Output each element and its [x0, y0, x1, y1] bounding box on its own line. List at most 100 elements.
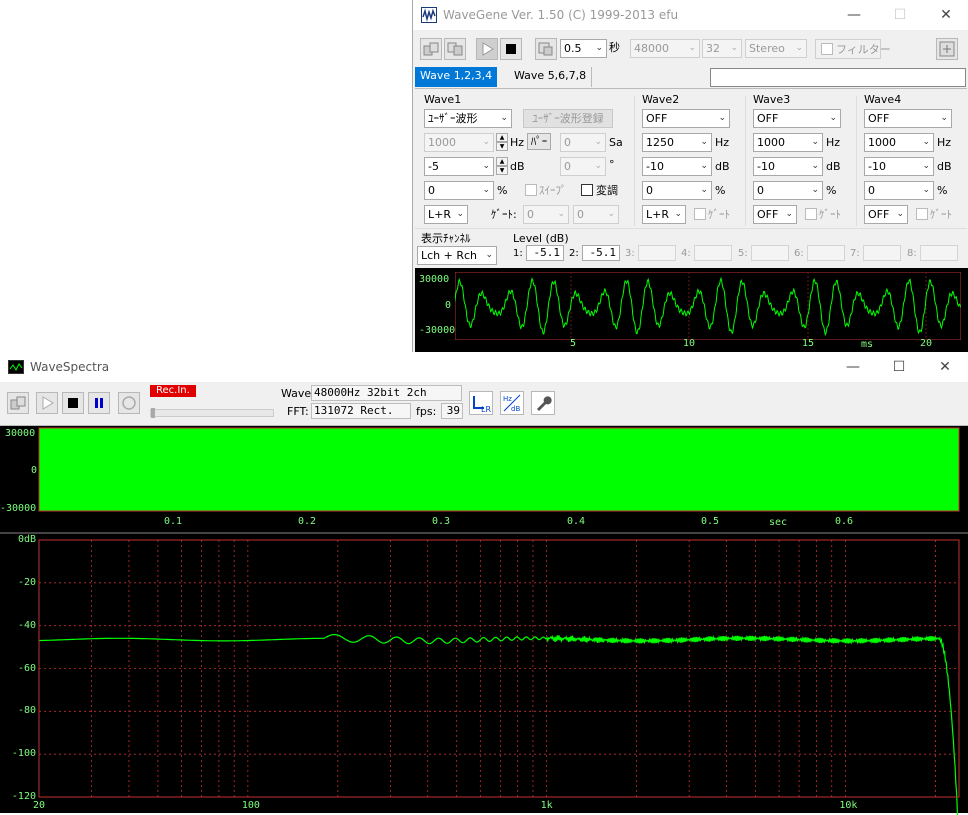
- input-level-slider[interactable]: [150, 408, 274, 418]
- bits-select[interactable]: 32 ⌄: [702, 39, 742, 58]
- duration-select[interactable]: 0.5 ⌄: [560, 39, 607, 58]
- level-channel-number: 4:: [681, 248, 691, 259]
- scope-x-label: 10: [683, 338, 696, 349]
- wave1-mod-label: 変調: [596, 184, 618, 197]
- wave1-offset-select[interactable]: 0 ⌄: [424, 181, 494, 200]
- lr-channel-icon[interactable]: LR: [469, 391, 493, 415]
- wave1-channel-select[interactable]: L+R ⌄: [424, 205, 468, 224]
- wave1-title: Wave1: [424, 93, 462, 106]
- wave1-sweep-label: ｽｲｰﾌﾟ: [539, 184, 567, 197]
- wave3-title: Wave3: [753, 93, 791, 106]
- spectrum-x-label: 20: [33, 800, 46, 811]
- timeline-x-label: 0.3: [432, 516, 451, 527]
- wave3-freq-select[interactable]: 1000 ⌄: [753, 133, 823, 152]
- wave2-offset-unit: %: [715, 184, 726, 197]
- settings-icon[interactable]: [936, 38, 958, 60]
- timeline-y-label: 30000: [5, 428, 36, 439]
- wave4-level-select[interactable]: -10 ⌄: [864, 157, 934, 176]
- stop-icon[interactable]: [500, 38, 522, 60]
- wave4-freq-unit: Hz: [937, 136, 952, 149]
- wave1-gate2-select[interactable]: 0 ⌄: [573, 205, 619, 224]
- fft-label: FFT:: [287, 405, 309, 418]
- wave1-sa-select[interactable]: 0 ⌄: [560, 133, 606, 152]
- wave1-gate1-select[interactable]: 0 ⌄: [523, 205, 569, 224]
- wave1-level-select[interactable]: -5 ⌄: [424, 157, 494, 176]
- play-icon[interactable]: [36, 392, 58, 414]
- wave2-offset-select[interactable]: 0 ⌄: [642, 181, 712, 200]
- wave-column-divider: [856, 96, 857, 226]
- copy-icon[interactable]: [7, 392, 29, 414]
- display-channel-select[interactable]: Lch + Rch ⌄: [417, 246, 497, 265]
- wave2-gate-label: ｹﾞｰﾄ: [708, 208, 730, 221]
- wave1-level-stepper[interactable]: ▲ ▼: [496, 157, 508, 176]
- comment-input[interactable]: [710, 68, 966, 87]
- wave2-gate-checkbox[interactable]: [694, 208, 706, 220]
- spectrum-x-label: 100: [241, 800, 260, 811]
- duration-unit: 秒: [609, 41, 620, 54]
- scope-x-label: 15: [802, 338, 815, 349]
- maximize-icon[interactable]: ☐: [876, 352, 922, 382]
- hz-db-scale-icon[interactable]: Hz dB: [500, 391, 524, 415]
- play-icon[interactable]: [476, 38, 498, 60]
- wave2-title: Wave2: [642, 93, 680, 106]
- wave4-gate-label: ｹﾞｰﾄ: [930, 208, 952, 221]
- wave1-param-button[interactable]: ﾊﾟｰ: [527, 133, 551, 150]
- samplerate-select[interactable]: 48000 ⌄: [630, 39, 700, 58]
- wave3-type-select[interactable]: OFF ⌄: [753, 109, 841, 128]
- minimize-icon[interactable]: —: [830, 352, 876, 382]
- wave3-level-unit: dB: [826, 160, 841, 173]
- wave2-freq-select[interactable]: 1250 ⌄: [642, 133, 712, 152]
- copy-icon[interactable]: [420, 38, 442, 60]
- wave1-freq-select[interactable]: 1000 ⌄: [424, 133, 494, 152]
- wave1-sweep-checkbox[interactable]: [525, 184, 537, 196]
- wave3-gate-checkbox[interactable]: [805, 208, 817, 220]
- hz-icon-text: Hz: [503, 395, 512, 403]
- wavespectra-title: WaveSpectra: [30, 360, 110, 374]
- filter-checkbox[interactable]: [821, 43, 833, 55]
- wave2-level-select[interactable]: -10 ⌄: [642, 157, 712, 176]
- wave4-type-select[interactable]: OFF ⌄: [864, 109, 952, 128]
- level-channel-number: 2:: [569, 248, 579, 259]
- close-icon[interactable]: ✕: [922, 352, 968, 382]
- user-wave-register-button[interactable]: ﾕｰｻﾞｰ波形登録: [523, 109, 613, 128]
- wave3-level-select[interactable]: -10 ⌄: [753, 157, 823, 176]
- wave4-offset-select[interactable]: 0 ⌄: [864, 181, 934, 200]
- paste-icon[interactable]: [444, 38, 466, 60]
- wave2-channel-select[interactable]: L+R ⌄: [642, 205, 686, 224]
- channels-select[interactable]: Stereo ⌄: [745, 39, 807, 58]
- tab-wave-5678[interactable]: Wave 5,6,7,8: [509, 67, 593, 87]
- scope-y-label: -30000: [419, 325, 456, 336]
- spectrum-y-label: -60: [17, 662, 36, 674]
- wave1-phase-select[interactable]: 0 ⌄: [560, 157, 606, 176]
- wavespectra-toolbar: Rec.In. Wave: 48000Hz 32bit 2ch FFT: 131…: [0, 382, 968, 426]
- stop-icon[interactable]: [62, 392, 84, 414]
- scope-x-label: 20: [920, 338, 933, 349]
- wave3-offset-select[interactable]: 0 ⌄: [753, 181, 823, 200]
- wave4-gate-checkbox[interactable]: [916, 208, 928, 220]
- wrench-settings-icon[interactable]: [531, 391, 555, 415]
- wave4-channel-select[interactable]: OFF ⌄: [864, 205, 908, 224]
- wave3-channel-select[interactable]: OFF ⌄: [753, 205, 797, 224]
- minimize-icon[interactable]: —: [831, 0, 877, 30]
- spectrum-plot: [38, 539, 960, 815]
- record-icon[interactable]: [118, 392, 140, 414]
- slider-thumb[interactable]: [151, 408, 155, 418]
- spectrum-y-label: -80: [17, 705, 36, 717]
- wave1-mod-checkbox[interactable]: [581, 184, 593, 196]
- maximize-icon[interactable]: ☐: [877, 0, 923, 30]
- wave1-freq-stepper[interactable]: ▲ ▼: [496, 133, 508, 152]
- timeline-x-label: 0.1: [164, 516, 183, 527]
- loop-icon[interactable]: [535, 38, 557, 60]
- fps-label: fps:: [416, 405, 437, 418]
- wavegene-title: WaveGene Ver. 1.50 (C) 1999-2013 efu: [443, 8, 679, 22]
- wave1-type-select[interactable]: ﾕｰｻﾞｰ波形 ⌄: [424, 109, 512, 128]
- wave4-freq-select[interactable]: 1000 ⌄: [864, 133, 934, 152]
- wave2-type-select[interactable]: OFF ⌄: [642, 109, 730, 128]
- close-icon[interactable]: ✕: [923, 0, 968, 30]
- pause-icon[interactable]: [88, 392, 110, 414]
- tab-wave-1234[interactable]: Wave 1,2,3,4: [415, 67, 498, 87]
- db-icon-text: dB: [511, 405, 520, 413]
- filter-toggle[interactable]: フィルター: [815, 39, 891, 59]
- level-channel-value: -5.1: [582, 245, 620, 261]
- spectrum-x-label: 10k: [839, 800, 858, 811]
